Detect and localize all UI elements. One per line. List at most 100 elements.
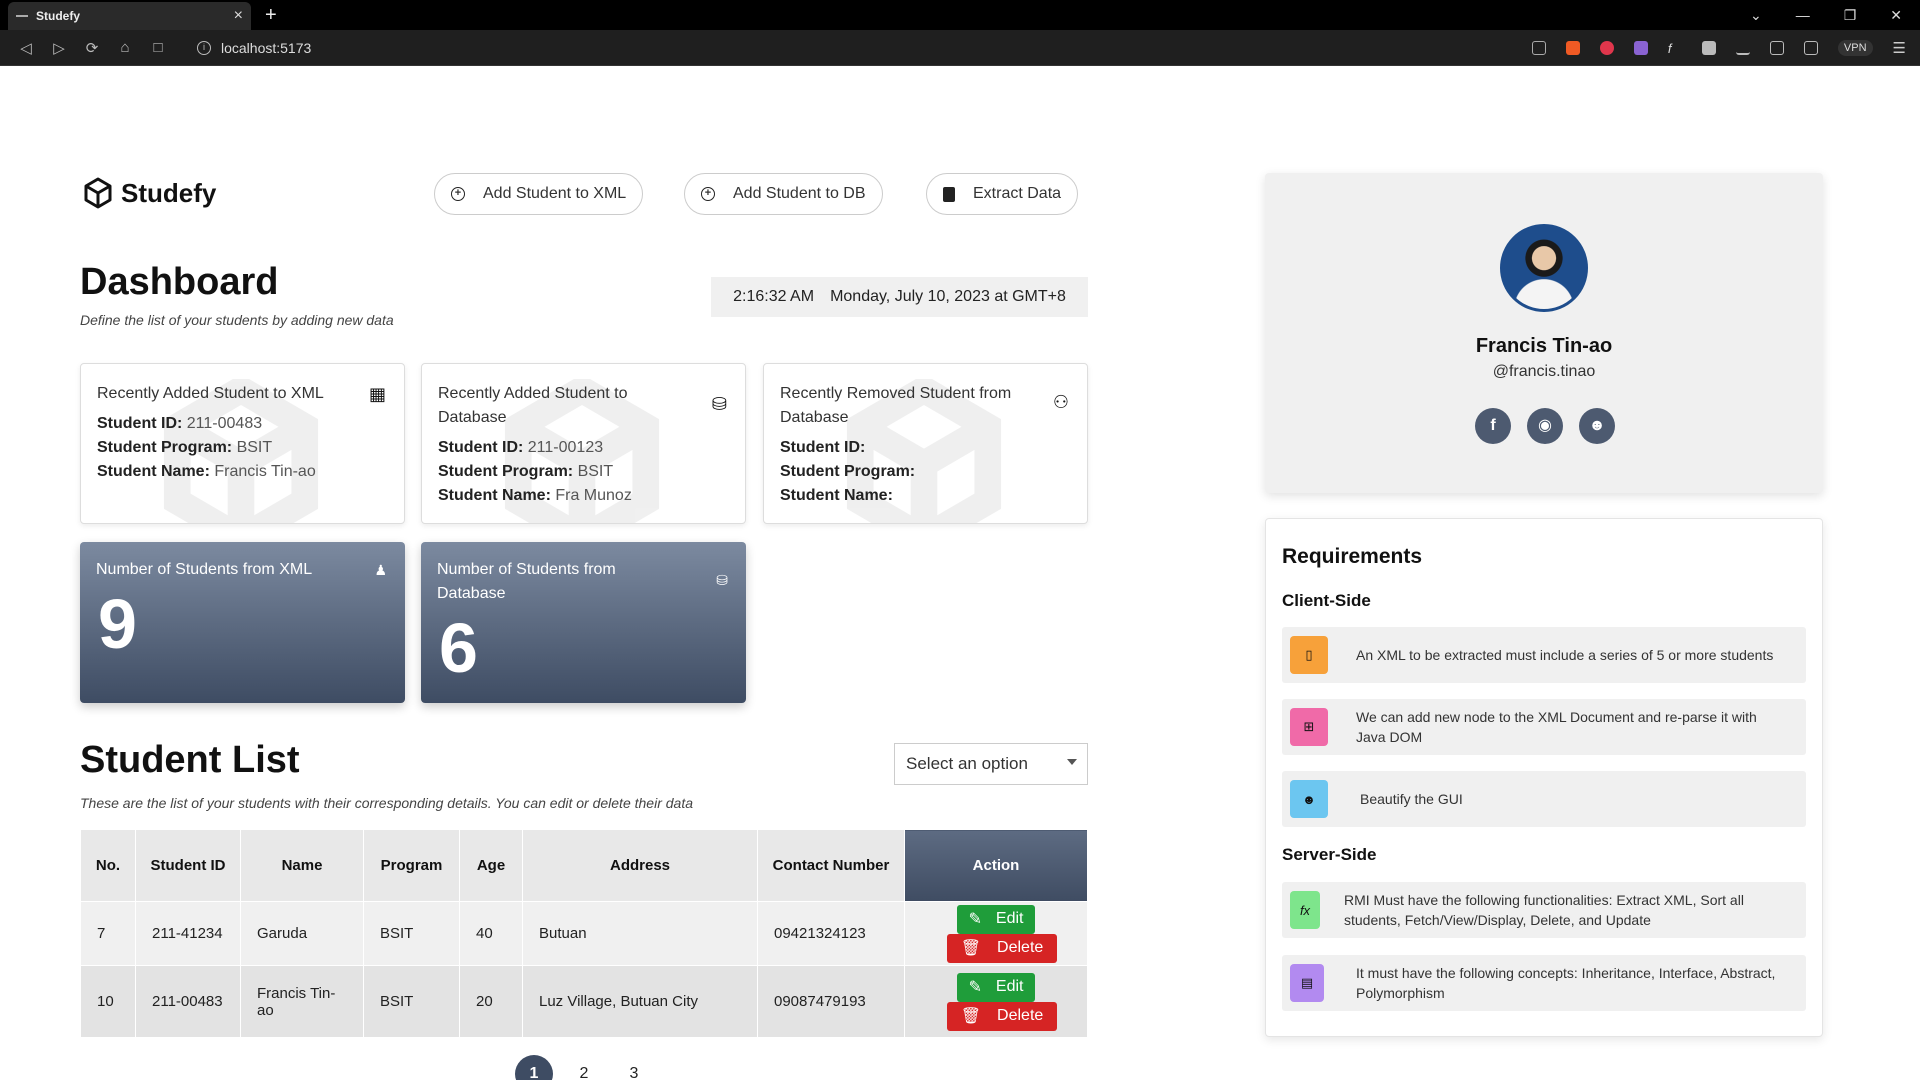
sort-select-value: Select an option <box>906 754 1028 773</box>
client-side-title: Client-Side <box>1282 591 1371 610</box>
edit-icon: ✎ <box>968 911 982 928</box>
datetime-display: 2:16:32 AM Monday, July 10, 2023 at GMT+… <box>711 277 1088 317</box>
trash-icon: 🗑 <box>960 1008 982 1025</box>
col-name: Name <box>240 829 364 902</box>
brave-shield-icon[interactable] <box>1565 40 1580 55</box>
cell-program: BSIT <box>363 901 460 966</box>
cell-student-id: 211-00483 <box>135 965 241 1038</box>
cell-action: ✎ Edit 🗑 Delete <box>904 901 1088 966</box>
field-label: Student ID: <box>97 415 183 432</box>
sort-select[interactable]: Select an option <box>894 743 1088 785</box>
plus-circle-icon: + <box>701 187 715 201</box>
table-header-row: No. Student ID Name Program Age Address … <box>80 829 1088 902</box>
site-info-icon[interactable]: i <box>197 40 211 55</box>
card-title: Recently Added Student to XML <box>97 385 324 402</box>
minimize-icon[interactable]: — <box>1796 7 1810 23</box>
reload-icon[interactable]: ⟳ <box>80 39 104 57</box>
chrome-icon[interactable]: ◉ <box>1527 408 1563 444</box>
table-row: 7 211-41234 Garuda BSIT 40 Butuan 094213… <box>80 901 1088 966</box>
avatar <box>1500 224 1588 312</box>
address-bar: ◁ ▷ ⟳ ⌂ □ i localhost:5173 f VPN ☰ <box>0 30 1920 66</box>
menu-icon[interactable]: ☰ <box>1893 39 1906 57</box>
db-count-card: Number of Students from Database ⛁ 6 <box>421 542 746 703</box>
requirement-text: We can add new node to the XML Document … <box>1356 709 1757 745</box>
tab-search-icon[interactable]: ⌄ <box>1750 7 1762 24</box>
dashboard-title: Dashboard <box>80 261 279 303</box>
add-student-db-label: Add Student to DB <box>733 185 866 202</box>
card-title: Recently Removed Student from Database <box>780 385 1012 426</box>
extract-data-button[interactable]: Extract Data <box>926 173 1079 215</box>
add-student-xml-label: Add Student to XML <box>483 185 627 202</box>
cell-no: 10 <box>80 965 136 1038</box>
brand-name: Studefy <box>121 177 217 208</box>
student-table: No. Student ID Name Program Age Address … <box>80 829 1088 1038</box>
edit-button[interactable]: ✎ Edit <box>956 904 1036 934</box>
database-icon: ⛁ <box>716 572 728 588</box>
edit-label: Edit <box>995 978 1024 995</box>
extensions-puzzle-icon[interactable] <box>1701 40 1716 55</box>
delete-label: Delete <box>997 1007 1044 1024</box>
extension-purple-icon[interactable] <box>1633 40 1648 55</box>
cell-action: ✎ Edit 🗑 Delete <box>904 965 1088 1038</box>
page-1-button[interactable]: 1 <box>515 1055 553 1080</box>
student-list-title: Student List <box>80 739 300 781</box>
delete-button[interactable]: 🗑 Delete <box>946 933 1058 963</box>
wallet-icon[interactable] <box>1803 40 1818 55</box>
requirement-item: ▯ An XML to be extracted must include a … <box>1282 627 1806 683</box>
function-icon[interactable]: f <box>1668 41 1682 56</box>
stat-title: Number of Students from XML <box>96 561 313 578</box>
vpn-button[interactable]: VPN <box>1837 39 1873 56</box>
tab-close-icon[interactable]: × <box>234 7 243 25</box>
stat-value: 6 <box>439 609 478 687</box>
field-label: Student Program: <box>780 463 916 480</box>
sidebar-icon[interactable] <box>1769 40 1784 55</box>
url-field[interactable]: i localhost:5173 <box>197 40 311 56</box>
current-date: Monday, July 10, 2023 at GMT+8 <box>830 288 1066 305</box>
add-student-db-button[interactable]: + Add Student to DB <box>684 173 883 215</box>
social-links: f ◉ ☻ <box>1475 408 1615 444</box>
back-icon[interactable]: ◁ <box>14 39 38 57</box>
bookmark-icon[interactable]: □ <box>146 39 170 56</box>
home-icon[interactable]: ⌂ <box>113 39 137 56</box>
add-student-xml-button[interactable]: + Add Student to XML <box>434 173 644 215</box>
contact-card-icon: ▦ <box>368 384 386 404</box>
share-icon[interactable] <box>1531 40 1546 55</box>
cell-program: BSIT <box>363 965 460 1038</box>
facebook-icon[interactable]: f <box>1475 408 1511 444</box>
recent-xml-card: Recently Added Student to XML ▦ Student … <box>80 363 405 524</box>
student-program-value: BSIT <box>236 439 273 456</box>
brave-rewards-icon[interactable] <box>1599 40 1614 55</box>
student-program-value: BSIT <box>577 463 614 480</box>
browser-tab[interactable]: Studefy × <box>8 2 251 30</box>
download-icon[interactable] <box>1735 41 1750 55</box>
cell-address: Luz Village, Butuan City <box>522 965 758 1038</box>
student-id-value: 211-00483 <box>186 415 263 432</box>
page-2-button[interactable]: 2 <box>565 1055 603 1080</box>
card-fields: Student ID: 211-00123 Student Program: B… <box>438 436 632 508</box>
tab-title: Studefy <box>36 9 81 23</box>
field-label: Student ID: <box>780 439 866 456</box>
delete-button[interactable]: 🗑 Delete <box>946 1001 1058 1031</box>
requirement-text: An XML to be extracted must include a se… <box>1356 647 1774 663</box>
field-label: Student Program: <box>97 439 233 456</box>
requirement-item: ☻ Beautify the GUI <box>1282 771 1806 827</box>
brand-logo[interactable]: Studefy <box>83 177 216 209</box>
stat-title: Number of Students from Database <box>437 561 616 602</box>
new-tab-button[interactable]: + <box>265 2 277 30</box>
stat-value: 9 <box>98 585 137 663</box>
server-side-title: Server-Side <box>1282 845 1377 864</box>
extension-icons: f VPN ☰ <box>1531 39 1906 57</box>
github-icon[interactable]: ☻ <box>1579 408 1615 444</box>
recent-removed-card: Recently Removed Student from Database ⚇… <box>763 363 1088 524</box>
url-text: localhost:5173 <box>221 39 312 56</box>
dashboard-subtitle: Define the list of your students by addi… <box>80 312 394 328</box>
edit-button[interactable]: ✎ Edit <box>956 972 1036 1002</box>
student-id-value: 211-00123 <box>527 439 604 456</box>
col-action: Action <box>904 829 1088 902</box>
xml-count-card: Number of Students from XML ♟ 9 <box>80 542 405 703</box>
pagination: 1 2 3 <box>515 1055 653 1080</box>
page-3-button[interactable]: 3 <box>615 1055 653 1080</box>
forward-icon[interactable]: ▷ <box>47 39 71 57</box>
close-window-icon[interactable]: ✕ <box>1890 7 1902 24</box>
restore-icon[interactable]: ❐ <box>1844 7 1857 24</box>
